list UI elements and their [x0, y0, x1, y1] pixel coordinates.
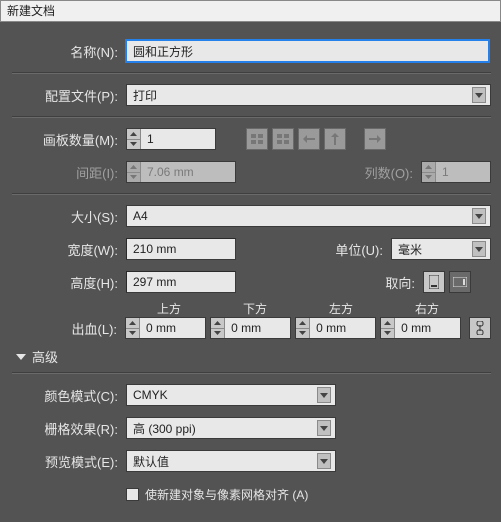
divider [12, 116, 491, 118]
size-dropdown[interactable]: A4 [126, 205, 491, 227]
arrange-col-icon [324, 128, 346, 150]
chevron-down-icon [317, 420, 331, 436]
dialog-body: 名称(N): 配置文件(P): 打印 画板数量(M): 1 [0, 22, 501, 522]
stepper-down-icon[interactable] [211, 329, 224, 339]
profile-dropdown[interactable]: 打印 [126, 84, 491, 106]
bleed-right-value: 0 mm [395, 318, 437, 338]
arrange-row-icon [298, 128, 320, 150]
bleed-bottom-spinner[interactable]: 0 mm [210, 317, 291, 339]
artboard-count-spinner[interactable]: 1 [126, 128, 216, 150]
columns-label: 列数(O): [351, 163, 421, 182]
chevron-down-icon [472, 241, 486, 257]
stepper-up-icon [127, 162, 140, 173]
triangle-down-icon [16, 354, 26, 360]
preview-value: 默认值 [133, 453, 169, 470]
raster-label: 栅格效果(R): [36, 419, 126, 438]
bleed-left-value: 0 mm [310, 318, 352, 338]
raster-dropdown[interactable]: 高 (300 ppi) [126, 417, 336, 439]
chevron-down-icon [472, 208, 486, 224]
stepper-down-icon[interactable] [126, 329, 139, 339]
size-label: 大小(S): [36, 207, 126, 226]
divider [12, 193, 491, 195]
advanced-section-toggle[interactable]: 高级 [12, 347, 491, 366]
profile-label: 配置文件(P): [36, 86, 126, 105]
spacing-value: 7.06 mm [141, 162, 200, 182]
orientation-landscape-button[interactable] [449, 271, 471, 293]
profile-value: 打印 [133, 87, 157, 104]
bleed-top-value: 0 mm [140, 318, 182, 338]
arrange-rtl-icon [364, 128, 386, 150]
stepper-up-icon [422, 162, 435, 173]
chevron-down-icon [317, 453, 331, 469]
new-document-dialog: 新建文档 名称(N): 配置文件(P): 打印 画板数量(M): 1 [0, 0, 501, 500]
stepper-down-icon[interactable] [296, 329, 309, 339]
color-mode-value: CMYK [133, 388, 168, 402]
bleed-left-spinner[interactable]: 0 mm [295, 317, 376, 339]
units-value: 毫米 [398, 241, 422, 258]
bleed-bottom-value: 0 mm [225, 318, 267, 338]
arrange-grid-col-icon [272, 128, 294, 150]
bleed-label: 出血(L): [36, 319, 125, 338]
stepper-up-icon[interactable] [127, 129, 140, 140]
stepper-up-icon[interactable] [126, 318, 139, 329]
chevron-down-icon [317, 387, 331, 403]
units-dropdown[interactable]: 毫米 [391, 238, 491, 260]
color-mode-label: 颜色模式(C): [36, 386, 126, 405]
orientation-label: 取向: [373, 273, 423, 292]
divider [12, 72, 491, 74]
spacing-spinner: 7.06 mm [126, 161, 236, 183]
name-input[interactable] [126, 40, 489, 62]
window-title: 新建文档 [7, 4, 55, 18]
bleed-right-label: 右方 [384, 300, 470, 317]
bleed-link-button[interactable] [469, 317, 491, 339]
units-label: 单位(U): [321, 240, 391, 259]
align-pixel-checkbox[interactable] [126, 488, 139, 501]
width-label: 宽度(W): [36, 240, 126, 259]
height-input[interactable] [126, 271, 236, 293]
height-label: 高度(H): [36, 273, 126, 292]
bleed-top-spinner[interactable]: 0 mm [125, 317, 206, 339]
artboard-count-value: 1 [141, 129, 181, 149]
stepper-up-icon[interactable] [211, 318, 224, 329]
width-input[interactable] [126, 238, 236, 260]
color-mode-dropdown[interactable]: CMYK [126, 384, 336, 406]
columns-value: 1 [436, 162, 476, 182]
size-value: A4 [133, 209, 148, 223]
orientation-portrait-button[interactable] [423, 271, 445, 293]
divider [12, 372, 491, 374]
spacing-label: 间距(I): [36, 163, 126, 182]
artboard-arrange-icons [246, 128, 386, 150]
window-titlebar: 新建文档 [0, 0, 501, 22]
chevron-down-icon [472, 87, 486, 103]
stepper-down-icon [422, 173, 435, 183]
columns-spinner: 1 [421, 161, 491, 183]
stepper-down-icon[interactable] [381, 329, 394, 339]
stepper-up-icon[interactable] [296, 318, 309, 329]
stepper-down-icon [127, 173, 140, 183]
bleed-left-label: 左方 [298, 300, 384, 317]
advanced-label: 高级 [32, 347, 58, 366]
artboard-count-label: 画板数量(M): [36, 130, 126, 149]
preview-dropdown[interactable]: 默认值 [126, 450, 336, 472]
stepper-up-icon[interactable] [381, 318, 394, 329]
preview-label: 预览模式(E): [36, 452, 126, 471]
name-label: 名称(N): [36, 42, 126, 61]
bleed-top-label: 上方 [126, 300, 212, 317]
arrange-grid-row-icon [246, 128, 268, 150]
stepper-down-icon[interactable] [127, 140, 140, 150]
bleed-bottom-label: 下方 [212, 300, 298, 317]
bleed-right-spinner[interactable]: 0 mm [380, 317, 461, 339]
raster-value: 高 (300 ppi) [133, 420, 196, 437]
